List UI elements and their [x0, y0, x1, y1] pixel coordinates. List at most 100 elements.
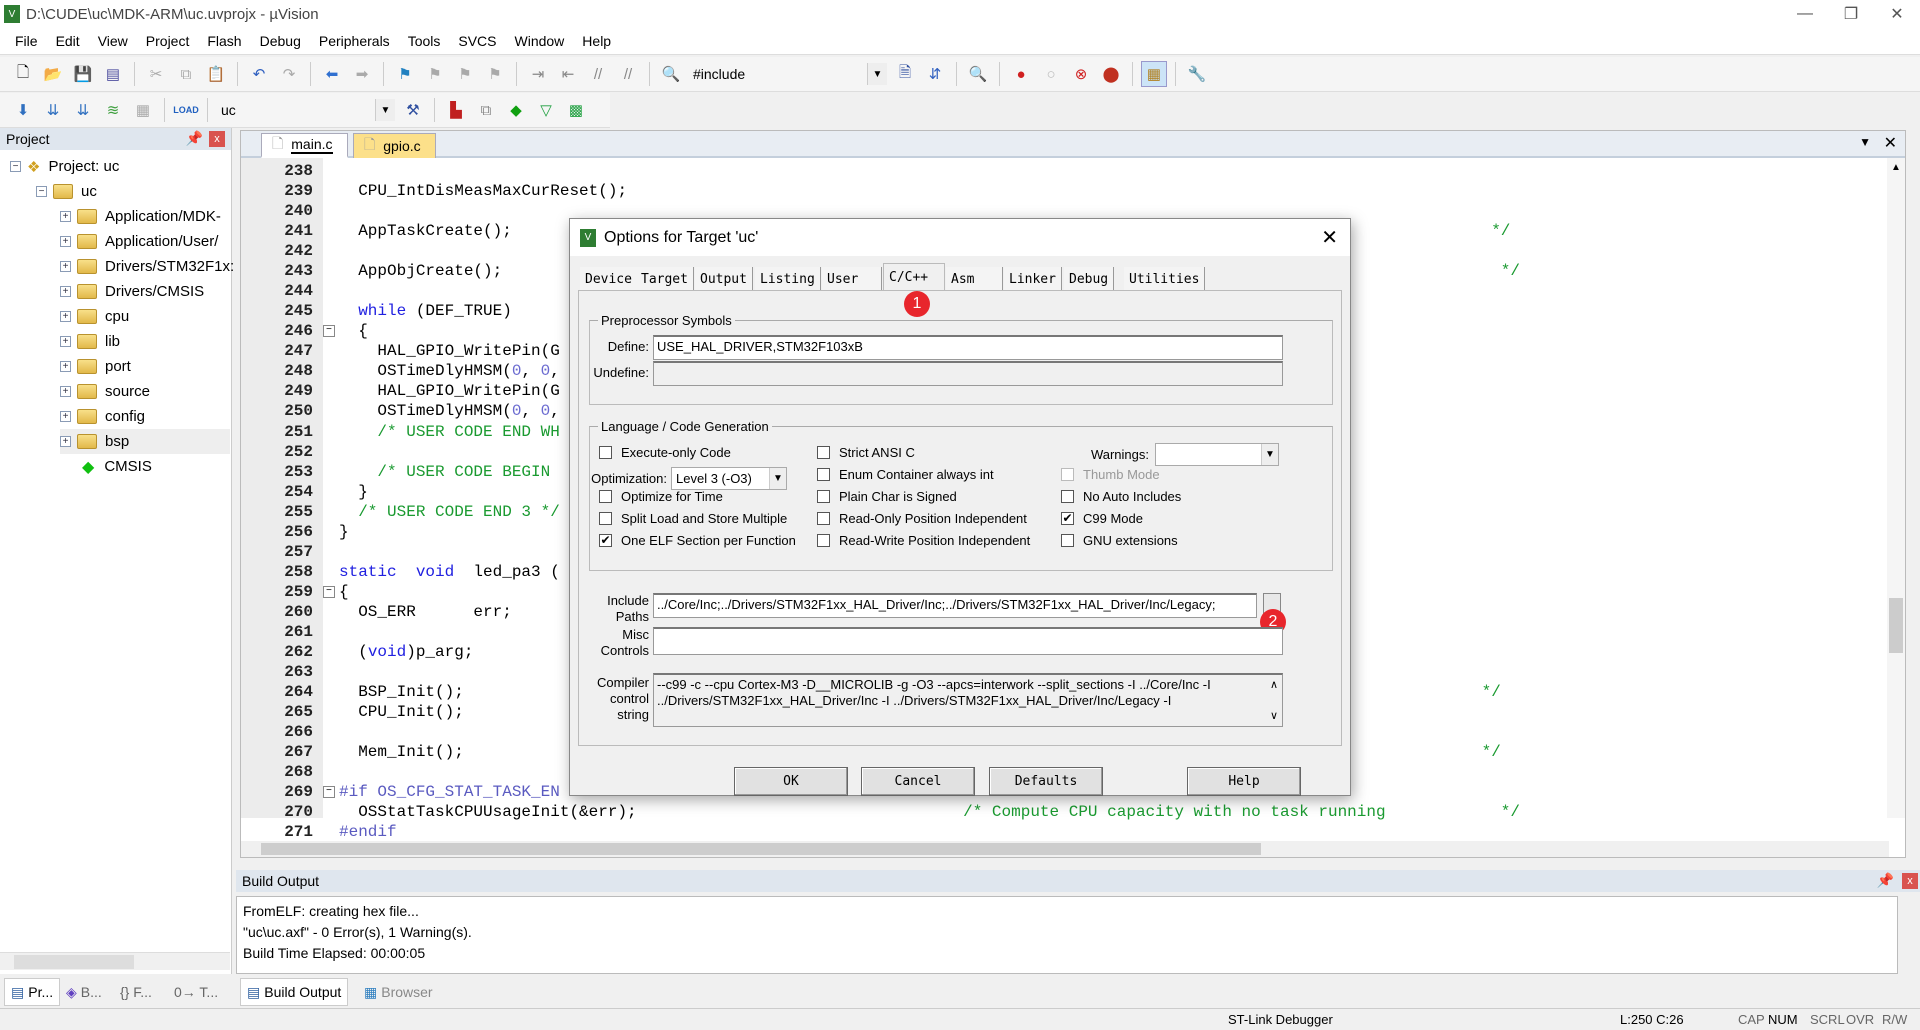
undefine-input[interactable]	[653, 361, 1283, 386]
no-auto-checkbox[interactable]: No Auto Includes	[1061, 489, 1181, 504]
comment-icon[interactable]: //	[585, 61, 611, 87]
copy-icon[interactable]: ⧉	[173, 61, 199, 87]
checkbox-box[interactable]	[817, 446, 830, 459]
tree-component-cmsis[interactable]: ◆ CMSIS	[82, 454, 152, 479]
enum-container-checkbox[interactable]: Enum Container always int	[817, 467, 994, 482]
tree-group[interactable]: + config	[60, 404, 145, 429]
menu-window[interactable]: Window	[506, 33, 574, 49]
collapse-icon[interactable]: −	[36, 186, 47, 197]
close-icon[interactable]: ✕	[1321, 225, 1338, 250]
rebuild-icon[interactable]: ⇊	[70, 97, 96, 123]
checkbox-box[interactable]	[817, 468, 830, 481]
debug-session-icon[interactable]: 🔍	[965, 61, 991, 87]
include-paths-input[interactable]: ../Core/Inc;../Drivers/STM32F1xx_HAL_Dri…	[653, 593, 1257, 618]
c99-checkbox[interactable]: ✔ C99 Mode	[1061, 511, 1143, 526]
save-all-icon[interactable]: ▤	[100, 61, 126, 87]
scroll-thumb[interactable]	[1889, 598, 1903, 653]
editor-vscrollbar[interactable]: ▲	[1887, 158, 1905, 818]
tree-project-root[interactable]: − ❖ Project: uc	[10, 154, 119, 179]
tab-templates[interactable]: 0→ T...	[168, 978, 224, 1006]
menu-view[interactable]: View	[89, 33, 137, 49]
split-load-checkbox[interactable]: Split Load and Store Multiple	[599, 511, 787, 526]
expand-icon[interactable]: +	[60, 336, 71, 347]
tree-group[interactable]: + lib	[60, 329, 120, 354]
prev-bookmark-icon[interactable]: ⚑	[422, 61, 448, 87]
warnings-select[interactable]: ▼	[1155, 443, 1279, 466]
checkbox-box[interactable]	[599, 490, 612, 503]
misc-controls-input[interactable]	[653, 627, 1283, 655]
tab-debug[interactable]: Debug	[1064, 267, 1115, 291]
thumb-checkbox[interactable]: Thumb Mode	[1061, 467, 1160, 482]
checkbox-box[interactable]	[599, 512, 612, 525]
execute-only-checkbox[interactable]: Execute-only Code	[599, 445, 731, 460]
cancel-button[interactable]: Cancel	[861, 767, 975, 796]
code-line[interactable]: 271 #endif	[241, 822, 1881, 841]
pin-icon[interactable]: 📌	[1877, 872, 1894, 889]
nav-forward-icon[interactable]: ➡	[349, 61, 375, 87]
optimization-select[interactable]: Level 3 (-O3) ▼	[671, 467, 787, 490]
tab-target[interactable]: Target	[636, 267, 694, 291]
chevron-down-icon[interactable]: ▼	[375, 99, 395, 121]
chevron-down-icon[interactable]: ▼	[769, 468, 786, 489]
close-icon[interactable]: x	[209, 131, 225, 147]
checkbox-box[interactable]	[599, 446, 612, 459]
minimize-button[interactable]: —	[1782, 0, 1828, 28]
plain-char-checkbox[interactable]: Plain Char is Signed	[817, 489, 957, 504]
checkbox-box[interactable]: ✔	[1061, 512, 1074, 525]
checkbox-box[interactable]	[1061, 490, 1074, 503]
tab-device[interactable]: Device	[580, 267, 638, 291]
undo-icon[interactable]: ↶	[246, 61, 272, 87]
scroll-up-icon[interactable]: ▲	[1891, 162, 1901, 173]
close-editor-icon[interactable]: ✕	[1884, 133, 1897, 153]
chevron-down-icon[interactable]: ▼	[867, 63, 887, 85]
scroll-thumb[interactable]	[14, 955, 134, 969]
find-combo[interactable]: #include ▼	[688, 62, 888, 86]
tree-group[interactable]: + Application/MDK-	[60, 204, 221, 229]
tab-asm[interactable]: Asm	[946, 267, 1003, 291]
tree-group[interactable]: + bsp	[60, 429, 230, 454]
nav-back-icon[interactable]: ⬅	[319, 61, 345, 87]
find-in-files-icon[interactable]: 🔍	[658, 61, 684, 87]
disable-all-breakpoints-icon[interactable]: ⊗	[1068, 61, 1094, 87]
manage-rte-icon[interactable]: ◆	[503, 97, 529, 123]
expand-icon[interactable]: +	[60, 286, 71, 297]
paste-icon[interactable]: 📋	[203, 61, 229, 87]
menu-project[interactable]: Project	[137, 33, 199, 49]
ro-pi-checkbox[interactable]: Read-Only Position Independent	[817, 511, 1027, 526]
ok-button[interactable]: OK	[734, 767, 848, 796]
restore-button[interactable]: ❐	[1828, 0, 1874, 28]
translate-icon[interactable]: ⬇	[10, 97, 36, 123]
bookmark-icon[interactable]: ⚑	[392, 61, 418, 87]
code-line[interactable]: 239 CPU_IntDisMeasMaxCurReset();	[241, 181, 1881, 201]
tab-books[interactable]: ◈ B...	[60, 978, 108, 1006]
manage-project-items-icon[interactable]: ▙	[443, 97, 469, 123]
software-packs-icon[interactable]: ▩	[563, 97, 589, 123]
configure-icon[interactable]: 🔧	[1184, 61, 1210, 87]
tree-target[interactable]: − uc	[36, 179, 97, 204]
tree-group[interactable]: + cpu	[60, 304, 129, 329]
find-icon[interactable]: 🗎	[892, 61, 918, 87]
expand-icon[interactable]: +	[60, 436, 71, 447]
checkbox-box[interactable]	[817, 490, 830, 503]
tab-project[interactable]: ▤ Pr...	[4, 978, 61, 1006]
open-file-icon[interactable]: 📂	[40, 61, 66, 87]
menu-flash[interactable]: Flash	[198, 33, 250, 49]
target-options-icon[interactable]: ⚒	[400, 97, 426, 123]
help-button[interactable]: Help	[1187, 767, 1301, 796]
tree-group[interactable]: + Application/User/	[60, 229, 218, 254]
menu-file[interactable]: File	[6, 33, 47, 49]
menu-peripherals[interactable]: Peripherals	[310, 33, 399, 49]
scroll-down-icon[interactable]: ∨	[1270, 708, 1278, 724]
tab-list-dropdown-icon[interactable]: ▼	[1859, 135, 1871, 149]
checkbox-box[interactable]	[1061, 468, 1074, 481]
indent-icon[interactable]: ⇥	[525, 61, 551, 87]
expand-icon[interactable]: +	[60, 311, 71, 322]
checkbox-box[interactable]: ✔	[599, 534, 612, 547]
chevron-down-icon[interactable]: ▼	[1261, 444, 1278, 465]
tab-functions[interactable]: {} F...	[114, 978, 158, 1006]
target-select[interactable]: uc ▼	[216, 98, 396, 122]
menu-edit[interactable]: Edit	[47, 33, 89, 49]
save-icon[interactable]: 💾	[70, 61, 96, 87]
breakpoint-icon[interactable]: ●	[1008, 61, 1034, 87]
tab-build-output[interactable]: ▤ Build Output	[240, 978, 349, 1006]
